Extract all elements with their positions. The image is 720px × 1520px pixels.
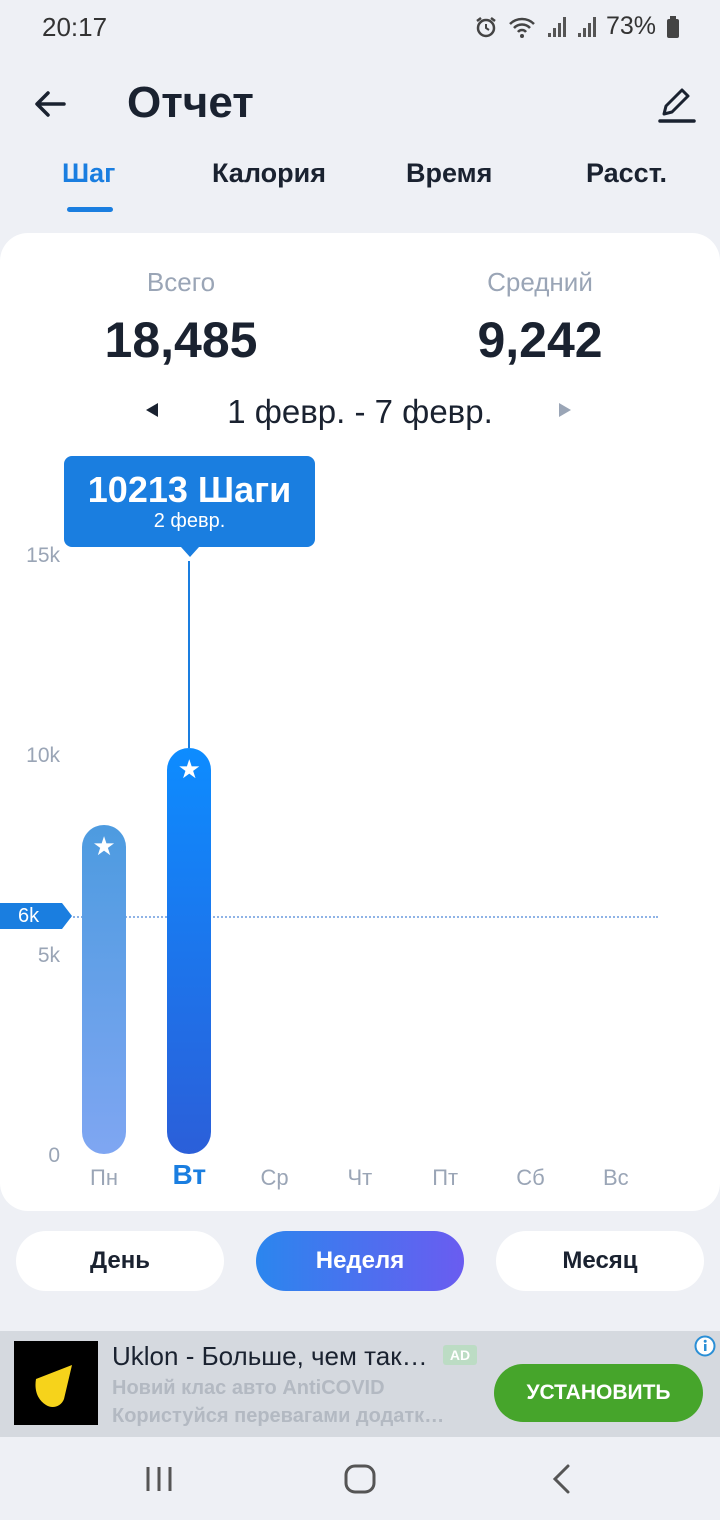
- star-icon: ★: [92, 831, 116, 862]
- tab-calories[interactable]: Калория: [212, 158, 326, 189]
- home-icon[interactable]: [340, 1459, 380, 1499]
- ad-banner[interactable]: Uklon - Больше, чем так… AD Новий клас а…: [0, 1331, 720, 1437]
- x-tick-label: Вс: [602, 1165, 629, 1190]
- ad-description-line: Користуйся перевагами додатк…: [112, 1405, 445, 1427]
- goal-reference-line: [58, 915, 658, 918]
- x-tick-label: Чт: [347, 1165, 373, 1190]
- alarm-icon: [476, 16, 496, 37]
- period-month-button[interactable]: Месяц: [496, 1231, 704, 1291]
- arrow-left-icon[interactable]: [30, 84, 70, 124]
- tooltip-date: 2 февр.: [153, 510, 226, 532]
- pencil-icon[interactable]: [656, 84, 696, 124]
- x-tick-label: Пт: [432, 1165, 459, 1190]
- uklon-logo-icon: [14, 1341, 98, 1425]
- status-bar: 20:17 73%: [0, 0, 720, 56]
- battery-level: 73%: [605, 12, 656, 40]
- y-tick-label: 5k: [37, 944, 60, 967]
- steps-chart: 15k 10k 5k 0 6k 10213 Шаги 2 февр. Пн ★ Вт…: [0, 233, 720, 1211]
- tab-time[interactable]: Время: [406, 158, 492, 189]
- status-icons: 73%: [474, 12, 680, 41]
- x-tick-label: Вт: [172, 1159, 207, 1190]
- report-card: Всего 18,485 Средний 9,242 1 февр. - 7 ф…: [0, 233, 720, 1211]
- signal-icon: [547, 16, 566, 37]
- chart-bar[interactable]: ★: [167, 748, 212, 1154]
- signal-icon: [577, 16, 596, 37]
- bar-tooltip: 10213 Шаги 2 февр.: [64, 456, 315, 557]
- info-icon[interactable]: [694, 1335, 716, 1357]
- app-header: Отчет: [0, 70, 720, 140]
- ad-title: Uklon - Больше, чем так…: [112, 1341, 428, 1371]
- tab-distance[interactable]: Расст.: [586, 158, 667, 189]
- battery-icon: [667, 15, 679, 38]
- ad-description-line: Новий клас авто AntiCOVID: [112, 1377, 385, 1399]
- x-tick-label: Пн: [90, 1165, 118, 1190]
- y-tick-label: 15k: [26, 544, 60, 567]
- status-time: 20:17: [42, 12, 108, 42]
- page-title: Отчет: [127, 78, 254, 127]
- x-tick-label: Сб: [516, 1165, 545, 1190]
- recent-apps-icon[interactable]: [139, 1459, 179, 1499]
- tooltip-value: 10213 Шаги: [87, 469, 292, 510]
- metric-tabs: Шаг Калория Время Расст.: [0, 150, 720, 220]
- install-button[interactable]: УСТАНОВИТЬ: [494, 1364, 703, 1422]
- star-icon: ★: [177, 754, 201, 785]
- tab-indicator: [67, 207, 113, 212]
- period-week-button[interactable]: Неделя: [256, 1231, 464, 1291]
- chart-bar[interactable]: ★: [82, 825, 126, 1154]
- tooltip-connector: [188, 561, 191, 749]
- goal-tag: 6k: [0, 902, 72, 929]
- x-tick-label: Ср: [260, 1165, 289, 1190]
- system-nav-bar: [0, 1437, 720, 1520]
- y-tick-label: 0: [48, 1144, 60, 1167]
- period-day-button[interactable]: День: [16, 1231, 224, 1291]
- wifi-icon: [509, 17, 535, 38]
- back-icon[interactable]: [542, 1459, 582, 1499]
- ad-badge: AD: [443, 1345, 477, 1365]
- y-tick-label: 10k: [26, 744, 60, 767]
- tab-steps[interactable]: Шаг: [62, 158, 115, 189]
